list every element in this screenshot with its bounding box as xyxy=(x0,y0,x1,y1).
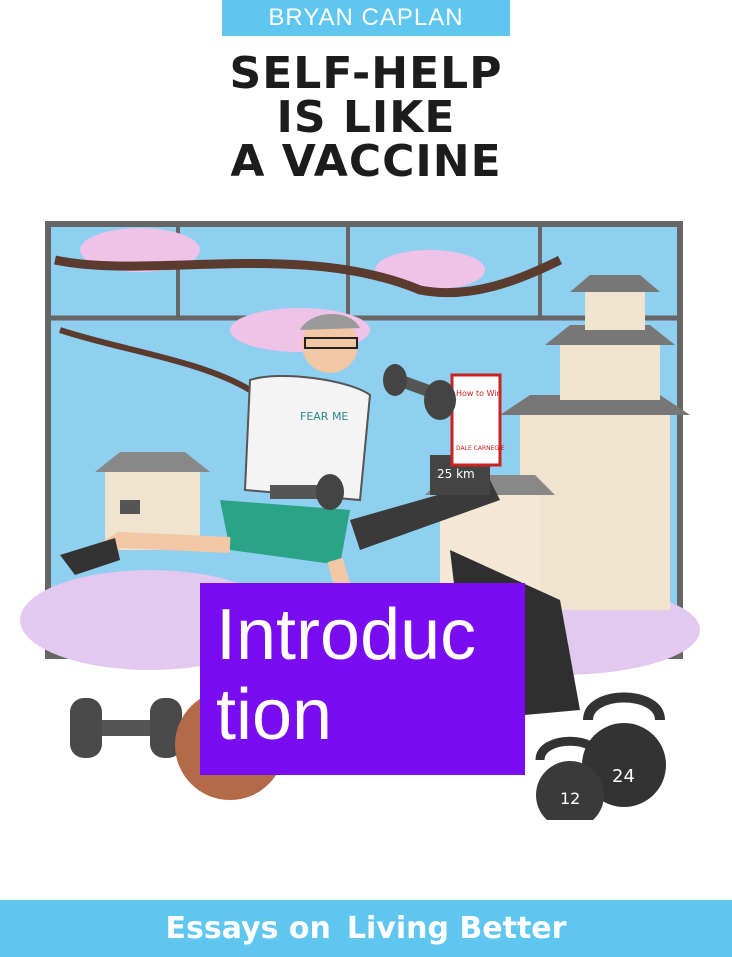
overlay-line-2: tion xyxy=(216,675,333,755)
floor-dumbbell xyxy=(70,698,190,758)
subtitle-banner: Essays on Living Better xyxy=(0,900,732,957)
shirt-text: FEAR ME xyxy=(300,410,348,423)
book-title: SELF-HELP IS LIKE A VACCINE xyxy=(0,52,732,184)
kettlebell-12: 12 xyxy=(535,736,605,820)
author-banner: BRYAN CAPLAN xyxy=(222,0,510,36)
kettlebell-left-label: 12 xyxy=(560,789,580,808)
book-sign-author: DALE CARNEGIE xyxy=(456,445,505,452)
runner-shirt xyxy=(243,375,372,502)
title-line-1: SELF-HELP xyxy=(229,48,503,99)
title-line-2: IS LIKE xyxy=(276,92,456,143)
treadmill-speed: 25 km xyxy=(437,467,475,481)
introduction-overlay: Introduc tion xyxy=(200,583,525,775)
title-line-3: A VACCINE xyxy=(230,136,502,187)
book-sign: How to Win DALE CARNEGIE xyxy=(450,373,505,467)
author-name: BRYAN CAPLAN xyxy=(268,4,464,31)
subtitle-left: Essays on xyxy=(165,911,331,946)
svg-text:How to Win: How to Win xyxy=(456,389,502,398)
overlay-line-1: Introduc xyxy=(216,595,477,675)
subtitle-right: Living Better xyxy=(346,911,567,946)
kettlebell-right-label: 24 xyxy=(612,766,635,787)
